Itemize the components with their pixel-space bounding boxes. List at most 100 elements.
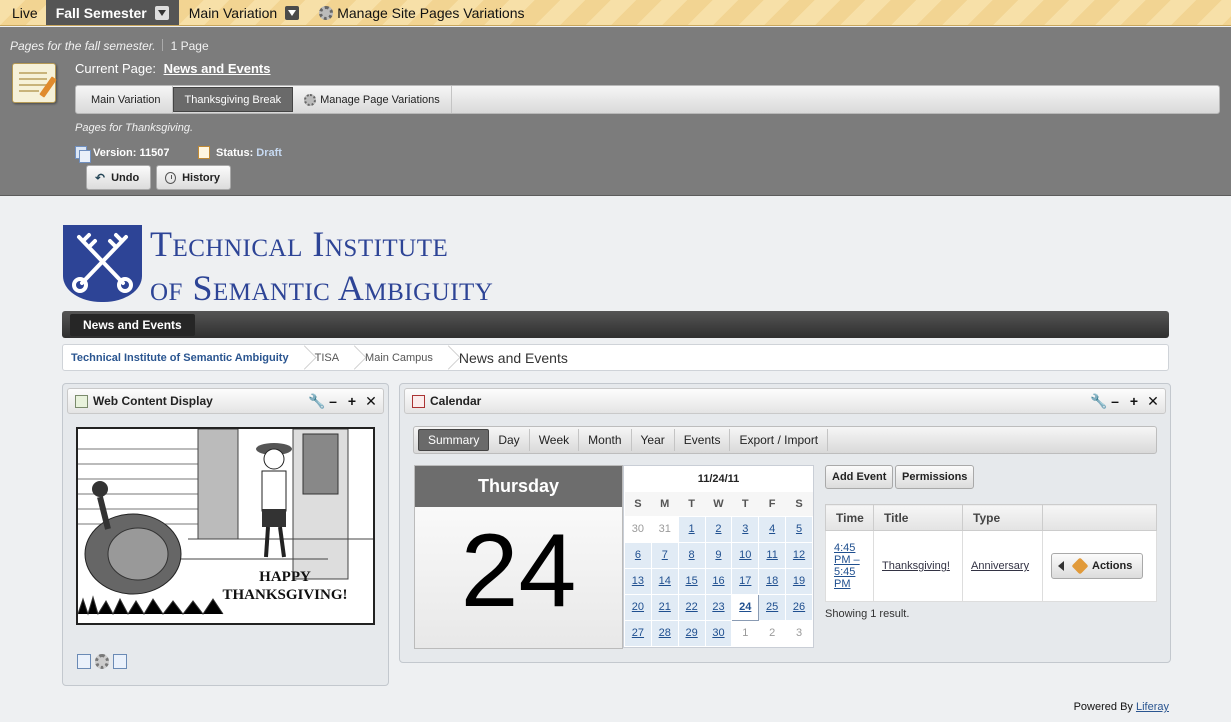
event-title-link[interactable]: Thanksgiving! [882,560,950,572]
wrench-icon[interactable]: 🔧 [308,393,325,410]
tab-summary[interactable]: Summary [418,429,490,451]
divider [161,39,163,51]
calendar-day[interactable]: 28 [650,619,679,647]
clock-icon [165,171,177,184]
calendar-day[interactable]: 20 [624,593,652,621]
calendar-day: 2 [758,619,787,647]
calendar-day[interactable]: 17 [731,567,760,595]
minimize-icon[interactable]: – [1109,393,1121,410]
event-time-link[interactable]: 4:45 PM – 5:45 PM [834,542,860,590]
calendar-day[interactable]: 15 [677,567,706,595]
calendar-day[interactable]: 21 [650,593,679,621]
live-tab[interactable]: Live [0,0,46,25]
calendar-day[interactable]: 18 [758,567,787,595]
tab-events[interactable]: Events [675,429,731,451]
liferay-link[interactable]: Liferay [1136,701,1169,713]
calendar-day[interactable]: 22 [677,593,706,621]
calendar-day: 3 [785,619,813,647]
tab-year[interactable]: Year [632,429,675,451]
nav-item-news-and-events[interactable]: News and Events [70,314,195,336]
edit-icon[interactable] [77,654,91,669]
chevron-down-icon[interactable] [154,5,169,20]
actions-button[interactable]: Actions [1051,553,1144,579]
calendar-day[interactable]: 7 [650,541,679,569]
history-button[interactable]: History [156,165,231,190]
column-header-title[interactable]: Title [873,504,963,531]
main-variation-tab[interactable]: Main Variation [179,0,309,25]
minimize-icon[interactable]: – [327,393,339,410]
calendar-day[interactable]: 12 [785,541,813,569]
calendar-day[interactable]: 4 [758,515,787,543]
site-logo-text[interactable]: Technical Institute of Semantic Ambiguit… [150,222,493,310]
gear-icon[interactable] [95,654,109,669]
calendar-day[interactable]: 2 [704,515,733,543]
column-header-time[interactable]: Time [825,504,874,531]
current-page-label: Current Page: [75,61,156,76]
gear-icon [319,5,334,20]
calendar-day[interactable]: 27 [624,619,652,647]
caret-left-icon [1058,561,1064,571]
calendar-day[interactable]: 10 [731,541,760,569]
fall-semester-tab[interactable]: Fall Semester [45,0,179,25]
calendar-day[interactable]: 1 [677,515,706,543]
maximize-icon[interactable]: + [1128,393,1140,410]
calendar-day: 1 [731,619,760,647]
document-icon [75,146,91,163]
wrench-icon[interactable]: 🔧 [1090,393,1107,410]
calendar-day[interactable]: 8 [677,541,706,569]
calendar-day[interactable]: 25 [758,593,787,621]
weekday-header: W [705,492,732,516]
calendar-day[interactable]: 29 [677,619,706,647]
column-header-type[interactable]: Type [962,504,1043,531]
close-icon[interactable]: ✕ [1147,393,1159,410]
column-header-actions [1042,504,1157,531]
tab-week[interactable]: Week [530,429,580,451]
tab-month[interactable]: Month [579,429,632,451]
add-icon[interactable] [113,654,127,669]
tab-thanksgiving-break[interactable]: Thanksgiving Break [172,87,294,112]
image-caption-line-1: HAPPY [259,569,311,585]
calendar-day: 31 [650,515,679,543]
calendar-day[interactable]: 30 [704,619,733,647]
logo-shield[interactable] [63,225,142,302]
calendar-day[interactable]: 19 [785,567,813,595]
calendar-day[interactable]: 3 [731,515,760,543]
calendar-day[interactable]: 11 [758,541,787,569]
breadcrumb: Technical Institute of Semantic Ambiguit… [62,344,1169,371]
calendar-day[interactable]: 9 [704,541,733,569]
manage-site-pages-variations-link[interactable]: Manage Site Pages Variations [309,0,534,25]
calendar-tabs: Summary Day Week Month Year Events Expor… [413,426,1157,454]
calendar-day-today[interactable]: 24 [731,593,760,621]
manage-page-variations-link[interactable]: Manage Page Variations [293,86,452,113]
tab-main-variation[interactable]: Main Variation [80,86,173,113]
breadcrumb-item[interactable]: TISA [307,345,347,370]
breadcrumb-item[interactable]: Main Campus [357,345,441,370]
events-table: Time Title Type 4:45 PM – 5:45 PM Thanks… [825,504,1157,602]
close-icon[interactable]: ✕ [365,393,377,410]
event-type-link[interactable]: Anniversary [971,560,1029,572]
undo-button[interactable]: ↶ Undo [86,165,151,190]
permissions-button[interactable]: Permissions [895,465,975,489]
calendar-day[interactable]: 5 [785,515,813,543]
tab-export-import[interactable]: Export / Import [730,429,829,451]
tab-day[interactable]: Day [489,429,530,451]
calendar-day[interactable]: 6 [624,541,652,569]
calendar-icon [412,394,425,408]
calendar-day[interactable]: 13 [624,567,652,595]
breadcrumb-item[interactable]: Technical Institute of Semantic Ambiguit… [63,345,297,370]
status-badge: Draft [256,146,282,159]
calendar-day[interactable]: 16 [704,567,733,595]
calendar-day[interactable]: 26 [785,593,813,621]
breadcrumb-separator [347,345,357,370]
page-variation-description: Pages for Thanksgiving. [75,122,194,134]
status-info: Status: Draft [198,146,282,159]
event-actions-cell: Actions [1042,530,1157,602]
portlet-controls: 🔧 – + ✕ [308,393,377,410]
add-event-button[interactable]: Add Event [825,465,894,489]
undo-icon: ↶ [95,170,106,185]
maximize-icon[interactable]: + [346,393,358,410]
calendar-day[interactable]: 14 [650,567,679,595]
current-page-link[interactable]: News and Events [164,61,271,76]
calendar-day[interactable]: 23 [704,593,733,621]
chevron-down-icon[interactable] [285,5,300,20]
